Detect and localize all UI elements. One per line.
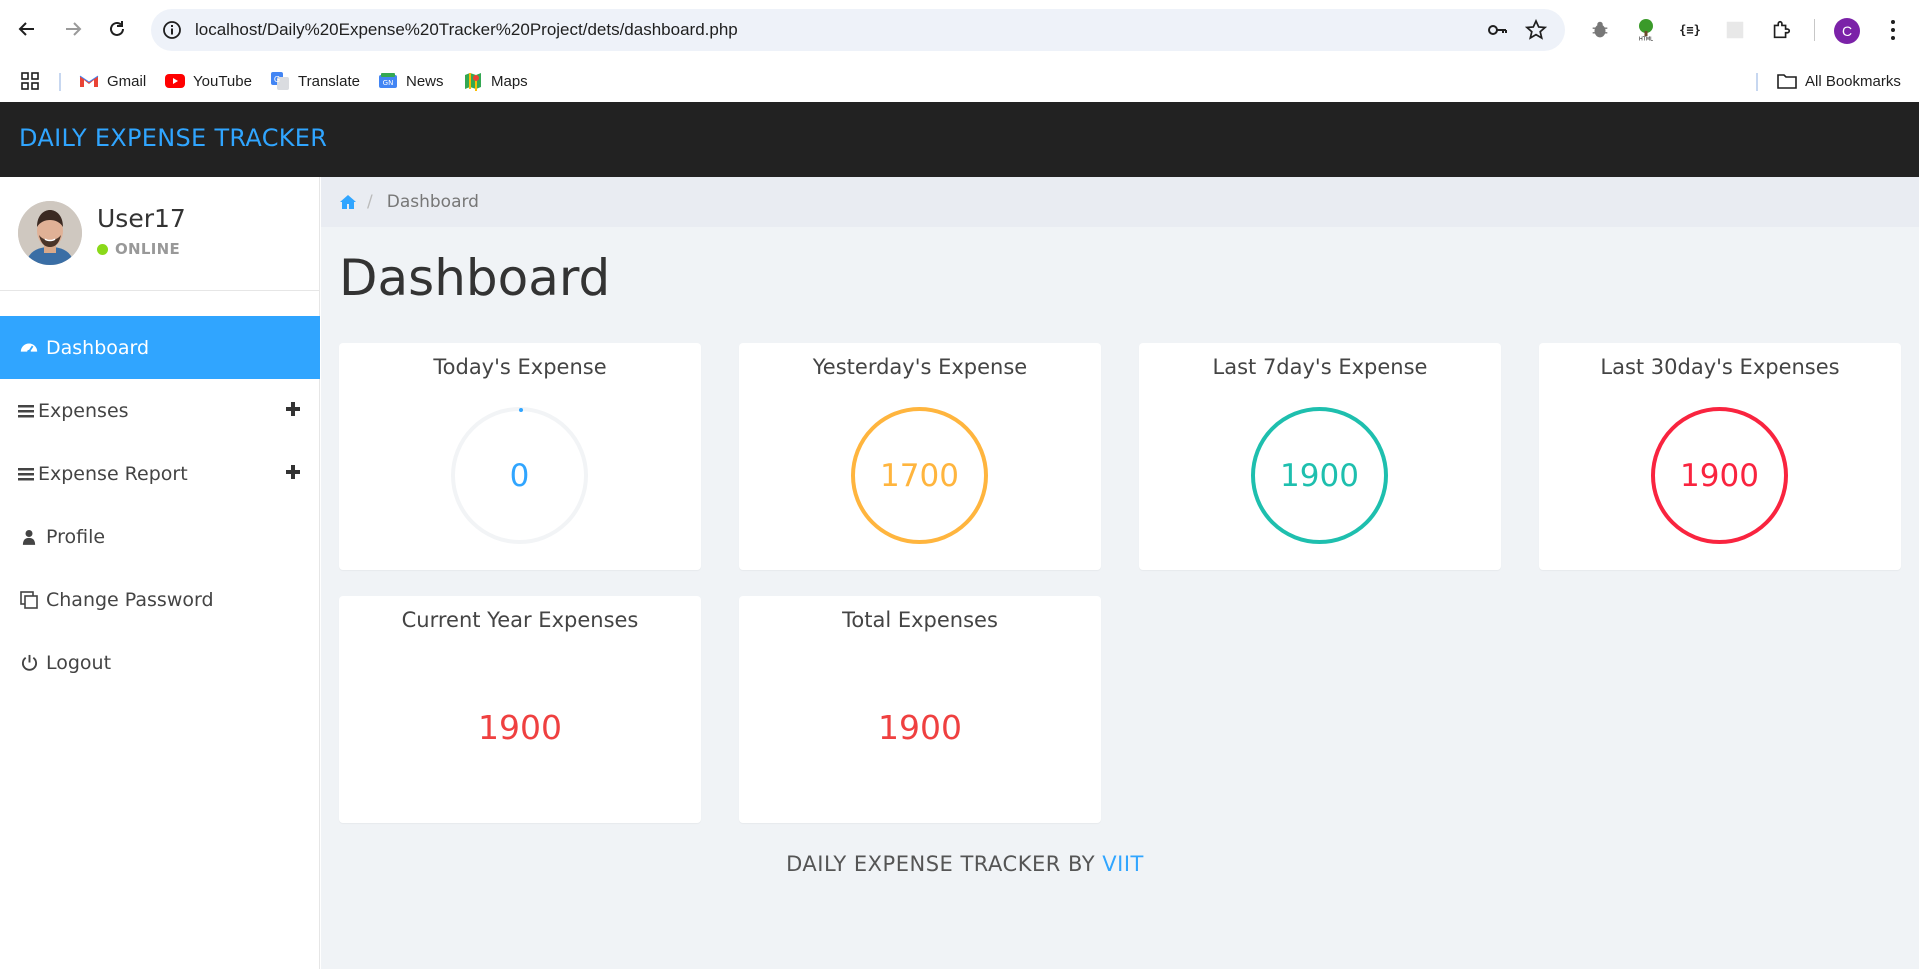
card-title: Last 7day's Expense [1212,355,1428,379]
all-bookmarks-button[interactable]: All Bookmarks [1777,70,1901,92]
bookmark-gmail[interactable]: Gmail [79,70,146,92]
list-icon [18,400,34,422]
bookmark-translate[interactable]: G Translate [270,70,360,92]
sidebar-item-profile[interactable]: Profile [0,505,320,568]
folder-icon [1777,71,1797,91]
user-name: User17 [97,204,186,233]
sidebar-item-expense-report[interactable]: Expense Report [0,442,320,505]
card-last7-expense: Last 7day's Expense 1900 [1139,343,1501,570]
extensions-puzzle-icon[interactable] [1769,18,1793,42]
card-title: Current Year Expenses [401,608,639,632]
dashboard-icon [18,337,40,359]
back-button[interactable] [12,14,42,44]
news-icon: GN [378,71,398,91]
reload-icon [110,21,124,36]
card-value: 1900 [1680,457,1759,494]
plus-icon[interactable] [284,463,302,481]
card-yesterday-expense: Yesterday's Expense 1700 [739,343,1101,570]
card-last30-expense: Last 30day's Expenses 1900 [1539,343,1901,570]
url-text[interactable]: localhost/Daily%20Expense%20Tracker%20Pr… [195,20,738,40]
footer-link[interactable]: VIIT [1102,852,1144,876]
browser-toolbar: localhost/Daily%20Expense%20Tracker%20Pr… [0,0,1919,60]
card-today-expense: Today's Expense 0 [339,343,701,570]
star-icon[interactable] [1525,19,1547,41]
sidebar: User17 ONLINE Dashboard Expenses Expense… [0,177,320,969]
toolbar-divider [1814,19,1815,41]
card-current-year-expenses: Current Year Expenses 1900 [339,596,701,823]
reload-button[interactable] [102,14,132,44]
home-icon[interactable] [339,193,357,211]
bookmarks-divider-right [1756,73,1758,91]
bookmark-maps[interactable]: Maps [463,70,528,92]
plus-icon[interactable] [284,400,302,418]
today-progress-ring: 0 [451,407,588,544]
sidebar-item-dashboard[interactable]: Dashboard [0,316,320,379]
translate-icon: G [270,71,290,91]
card-title: Total Expenses [842,608,998,632]
card-value: 1700 [880,457,959,494]
card-value: 0 [509,457,530,494]
key-icon[interactable] [1486,19,1508,41]
online-dot-icon [97,243,108,255]
svg-text:G: G [274,75,280,84]
breadcrumb: / Dashboard [321,177,1919,227]
last7-progress-ring: 1900 [1251,407,1388,544]
svg-text:{≡}: {≡} [1679,23,1701,37]
svg-text:HTML: HTML [1639,37,1653,43]
forward-button[interactable] [58,14,88,44]
maps-icon [463,71,483,91]
arrow-left-icon [18,22,34,36]
breadcrumb-current: Dashboard [386,192,479,212]
card-value: 1900 [1280,457,1359,494]
card-title: Today's Expense [433,355,607,379]
blank-extension-icon[interactable] [1723,18,1747,42]
bookmark-news[interactable]: GN News [378,70,444,92]
avatar [18,201,82,265]
clone-icon [18,589,40,611]
arrow-right-icon [66,22,82,36]
bookmarks-bar: Gmail YouTube G Translate GN News Maps A… [0,60,1919,102]
footer-text: DAILY EXPENSE TRACKER BY [786,852,1096,876]
power-icon [18,652,40,674]
apps-grid-icon [21,72,39,90]
kebab-menu-icon[interactable] [1884,16,1902,44]
profile-avatar-button[interactable]: C [1834,18,1860,44]
sidebar-item-change-password[interactable]: Change Password [0,568,320,631]
profile-block: User17 ONLINE [0,177,320,291]
json-extension-icon[interactable]: {≡} [1678,18,1702,42]
user-icon [18,526,40,548]
card-value: 1900 [878,708,962,747]
bookmarks-divider [59,73,61,91]
gmail-icon [79,71,99,91]
address-bar[interactable]: localhost/Daily%20Expense%20Tracker%20Pr… [151,9,1565,51]
app-header: DAILY EXPENSE TRACKER [0,102,1919,177]
site-info-icon[interactable] [161,19,183,41]
page-title: Dashboard [339,249,611,307]
list-icon [18,463,34,485]
card-title: Last 30day's Expenses [1600,355,1840,379]
sidebar-item-expenses[interactable]: Expenses [0,379,320,442]
main-content: / Dashboard Dashboard Today's Expense 0 … [321,177,1919,969]
svg-text:GN: GN [383,79,394,87]
sidebar-item-logout[interactable]: Logout [0,631,320,694]
brand-link[interactable]: DAILY EXPENSE TRACKER [19,124,327,152]
last30-progress-ring: 1900 [1651,407,1788,544]
youtube-icon [165,71,185,91]
card-value: 1900 [478,708,562,747]
apps-grid-button[interactable] [20,70,40,92]
ring-tick [519,408,523,412]
footer: DAILY EXPENSE TRACKER BY VIIT [321,852,1609,876]
sidebar-menu: Dashboard Expenses Expense Report Profil… [0,316,320,694]
yesterday-progress-ring: 1700 [851,407,988,544]
bug-extension-icon[interactable] [1588,18,1612,42]
status-badge: ONLINE [97,240,180,258]
card-title: Yesterday's Expense [812,355,1028,379]
bookmark-youtube[interactable]: YouTube [165,70,252,92]
card-total-expenses: Total Expenses 1900 [739,596,1101,823]
tree-extension-icon[interactable]: HTML [1634,18,1658,42]
